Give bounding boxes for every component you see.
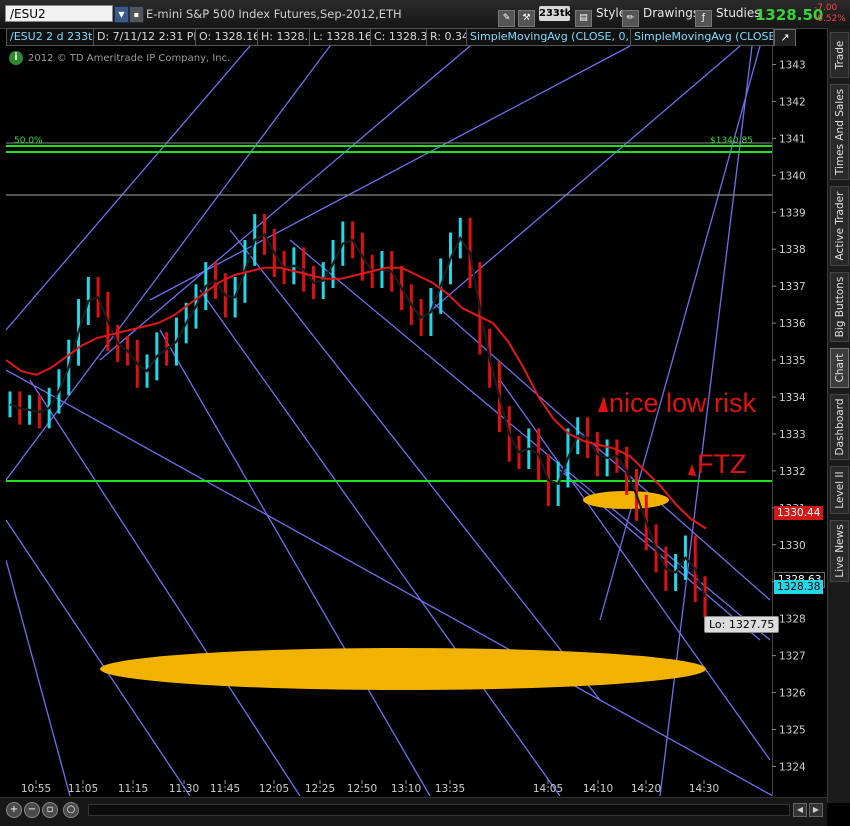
- y-tick-label: 1338: [779, 244, 806, 256]
- trendline: [6, 369, 772, 796]
- y-tick-label: 1335: [779, 355, 806, 367]
- y-tick-label: 1334: [779, 392, 806, 404]
- tab-chart[interactable]: Chart: [830, 348, 849, 388]
- tab-active-trader[interactable]: Active Trader: [830, 186, 849, 266]
- x-tick-label: 11:15: [118, 783, 148, 795]
- tab-big-buttons[interactable]: Big Buttons: [830, 272, 849, 342]
- x-tick-label: 12:50: [347, 783, 377, 795]
- y-tick-label: 1327: [779, 651, 806, 663]
- x-tick-label: 11:45: [210, 783, 240, 795]
- last-price-tag-2: 1328.38: [774, 580, 824, 594]
- info-icon[interactable]: i: [9, 51, 23, 65]
- trendline: [159, 329, 431, 796]
- low-price-bubble: Lo: 1327.75: [704, 616, 780, 633]
- y-tick-label: 1343: [779, 59, 806, 71]
- x-tick-label: 14:05: [533, 783, 563, 795]
- zoom-out-icon[interactable]: −: [24, 802, 40, 818]
- y-tick-label: 1340: [779, 170, 806, 182]
- trendline: [199, 289, 561, 796]
- annotation-nice-low-risk: nice low risk: [609, 388, 757, 418]
- y-tick-label: 1328: [779, 614, 806, 626]
- x-tick-label: 11:05: [68, 783, 98, 795]
- x-tick-label: 12:25: [305, 783, 335, 795]
- trendline: [229, 229, 601, 701]
- tab-level-ii[interactable]: Level II: [830, 466, 849, 514]
- scroll-right-icon[interactable]: ▶: [809, 803, 823, 817]
- x-tick-label: 14:10: [583, 783, 613, 795]
- zoom-in-icon[interactable]: +: [6, 802, 22, 818]
- x-tick-label: 14:30: [689, 783, 719, 795]
- x-tick-label: 14:20: [631, 783, 661, 795]
- fib-label-right: $1340.85: [710, 136, 753, 146]
- annotation-ftz: FTZ: [697, 449, 747, 479]
- y-tick-label: 1333: [779, 429, 806, 441]
- trendline: [149, 46, 631, 301]
- scroll-left-icon[interactable]: ◀: [793, 803, 807, 817]
- copyright-notice: 2012 © TD Ameritrade IP Company, Inc.: [28, 53, 231, 64]
- horizontal-scrollbar[interactable]: [88, 804, 790, 816]
- y-tick-label: 1325: [779, 724, 806, 736]
- x-tick-label: 13:10: [391, 783, 421, 795]
- trendline: [6, 559, 71, 796]
- trendline: [29, 379, 301, 796]
- trendline: [599, 46, 761, 621]
- y-tick-label: 1326: [779, 688, 806, 700]
- x-tick-label: 11:30: [169, 783, 199, 795]
- x-tick-label: 12:05: [259, 783, 289, 795]
- annotation-arrow: [688, 464, 696, 476]
- y-tick-label: 1339: [779, 207, 806, 219]
- tab-dashboard[interactable]: Dashboard: [830, 394, 849, 460]
- trendline: [419, 46, 741, 321]
- y-tick-label: 1324: [779, 761, 806, 773]
- y-tick-label: 1337: [779, 281, 806, 293]
- tab-times-and-sales[interactable]: Times And Sales: [830, 84, 849, 180]
- ma-price-tag: 1330.44: [774, 506, 824, 520]
- tab-trade[interactable]: Trade: [830, 32, 849, 78]
- trendline: [659, 46, 753, 796]
- fib-label-left: 50.0%: [14, 136, 43, 146]
- y-tick-label: 1330: [779, 540, 806, 552]
- zoom-box-icon[interactable]: ▫: [42, 802, 58, 818]
- slow-moving-average-line: [6, 266, 707, 530]
- trendline: [99, 46, 471, 361]
- right-sidebar: Trade Times And Sales Active Trader Big …: [827, 28, 850, 803]
- x-tick-label: 10:55: [21, 783, 51, 795]
- reset-zoom-icon[interactable]: ○: [63, 802, 79, 818]
- trendline: [499, 379, 771, 761]
- tab-live-news[interactable]: Live News: [830, 520, 849, 582]
- bottom-bar: + − ▫ ○ ◀ ▶: [0, 797, 827, 826]
- y-tick-label: 1332: [779, 466, 806, 478]
- y-tick-label: 1336: [779, 318, 806, 330]
- y-tick-label: 1342: [779, 96, 806, 108]
- x-tick-label: 13:35: [435, 783, 465, 795]
- annotation-arrow: [598, 396, 608, 412]
- y-tick-label: 1341: [779, 133, 806, 145]
- target-ellipse: [100, 648, 706, 690]
- fast-moving-average-line: [9, 232, 707, 598]
